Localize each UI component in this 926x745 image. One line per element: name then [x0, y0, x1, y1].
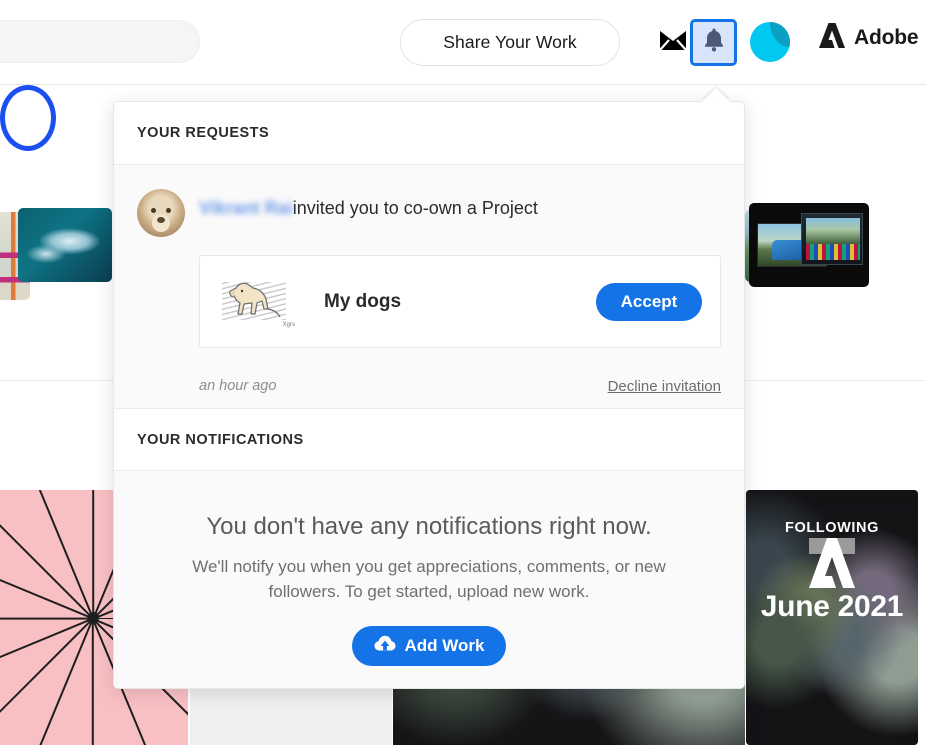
- request-message: Vikrant Raiinvited you to co-own a Proje…: [199, 189, 538, 220]
- notifications-panel: YOUR REQUESTS Vikrant Raiinvited you to …: [113, 101, 745, 689]
- add-work-label: Add Work: [404, 636, 485, 656]
- notifications-button[interactable]: [690, 19, 737, 66]
- search-input[interactable]: [0, 20, 200, 63]
- adobe-logo-icon: [818, 22, 846, 54]
- project-title: My dogs: [324, 290, 402, 312]
- request-message-text: invited you to co-own a Project: [292, 198, 538, 218]
- envelope-icon: [658, 30, 687, 56]
- bell-icon: [702, 27, 726, 58]
- request-timestamp: an hour ago: [199, 378, 277, 394]
- avatar-eye-left: [151, 208, 156, 214]
- accept-button[interactable]: Accept: [596, 282, 702, 321]
- request-username-link[interactable]: Vikrant Rai: [199, 198, 293, 220]
- request-item: Vikrant Raiinvited you to co-own a Proje…: [114, 165, 744, 408]
- starburst-spoke: [92, 618, 94, 745]
- blue-ring-thumbnail[interactable]: [0, 85, 38, 143]
- top-navigation-bar: Share Your Work Adobe: [0, 0, 926, 85]
- empty-state-title: You don't have any notifications right n…: [206, 513, 652, 540]
- project-invitation-card[interactable]: Xgrs My dogs Accept: [199, 255, 721, 348]
- dog-sketch-thumbnail: Xgrs: [216, 271, 298, 332]
- request-header-row: Vikrant Raiinvited you to co-own a Proje…: [137, 189, 721, 237]
- starburst-spoke: [0, 617, 93, 620]
- ocean-blue-thumbnail[interactable]: [18, 208, 112, 282]
- adobe-wordmark: Adobe: [854, 26, 919, 49]
- request-footer-row: an hour ago Decline invitation: [199, 364, 721, 408]
- cloud-upload-icon: [374, 635, 396, 657]
- following-card-tile[interactable]: FOLLOWING June 2021: [746, 490, 918, 745]
- messages-button[interactable]: [649, 19, 696, 66]
- decline-invitation-link[interactable]: Decline invitation: [608, 378, 721, 395]
- add-work-button[interactable]: Add Work: [351, 626, 507, 667]
- following-month-label: June 2021: [760, 590, 904, 623]
- monitor-graphic: [801, 213, 863, 265]
- notifications-empty-state: You don't have any notifications right n…: [114, 471, 744, 688]
- adobe-brand-logo[interactable]: Adobe: [818, 22, 919, 54]
- avatar-eye-right: [166, 208, 171, 214]
- starburst-spoke: [0, 617, 94, 734]
- empty-state-subtitle: We'll notify you when you get appreciati…: [192, 557, 666, 601]
- car-editing-setup-thumbnail[interactable]: [749, 203, 869, 287]
- avatar[interactable]: [750, 22, 790, 62]
- panel-pointer-arrow: [702, 88, 730, 102]
- dog-avatar-icon[interactable]: [137, 189, 185, 237]
- requests-section-header: YOUR REQUESTS: [114, 102, 744, 165]
- avatar-wedge: [770, 22, 790, 47]
- avatar-nose: [157, 216, 165, 223]
- share-your-work-button[interactable]: Share Your Work: [400, 19, 620, 66]
- notifications-section-header: YOUR NOTIFICATIONS: [114, 408, 744, 471]
- following-badge: FOLLOWING: [785, 520, 879, 536]
- adobe-logo-icon: [805, 538, 859, 593]
- starburst-spoke: [0, 502, 94, 620]
- page-root: 74–11 FOLLOWING June 2021 Share Your: [0, 0, 926, 745]
- starburst-spoke: [92, 490, 94, 619]
